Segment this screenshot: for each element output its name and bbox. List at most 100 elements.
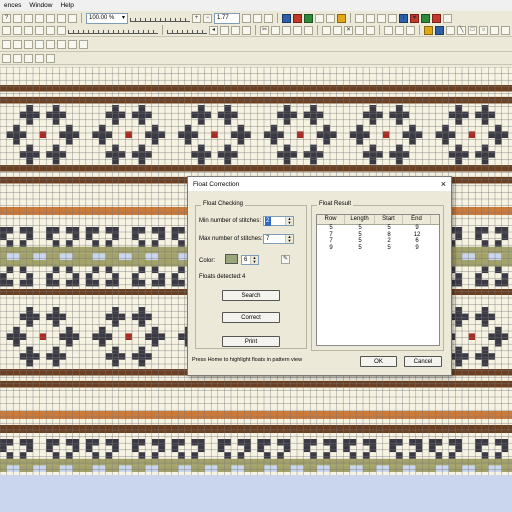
ruler-slider[interactable]: [68, 27, 158, 34]
print-button[interactable]: Print: [222, 336, 280, 347]
col-row-header[interactable]: Row: [317, 215, 345, 224]
tool-c-icon[interactable]: [24, 39, 33, 49]
cut-icon[interactable]: ✂: [260, 25, 269, 35]
stitch-icon[interactable]: [264, 13, 273, 23]
crown-icon[interactable]: [432, 13, 441, 23]
flip-icon[interactable]: [333, 25, 342, 35]
paint-icon[interactable]: [293, 13, 302, 23]
settings-icon[interactable]: [377, 13, 386, 23]
down-arrow-icon[interactable]: ▼: [251, 260, 258, 264]
grid-view-icon[interactable]: [355, 13, 364, 23]
bezier-icon[interactable]: [501, 25, 510, 35]
paste2-icon[interactable]: [282, 25, 291, 35]
copy2-icon[interactable]: [271, 25, 280, 35]
purl-icon[interactable]: [326, 13, 335, 23]
repeat-icon[interactable]: [406, 25, 415, 35]
delete-icon[interactable]: ✕: [344, 25, 353, 35]
float-result-list[interactable]: Row Length Start End 5 5 5 9 7 5 8 12 7 …: [316, 214, 440, 346]
tool-d-icon[interactable]: [35, 39, 44, 49]
correct-button[interactable]: Correct: [222, 312, 280, 323]
redo2-icon[interactable]: [304, 25, 313, 35]
paste-icon[interactable]: [57, 25, 66, 35]
wand-icon[interactable]: [282, 13, 291, 23]
preview-icon[interactable]: [68, 13, 77, 23]
print-icon[interactable]: [57, 13, 66, 23]
eyedropper-icon[interactable]: [435, 25, 444, 35]
arrow-left-icon[interactable]: [322, 25, 331, 35]
menu-help[interactable]: Help: [56, 0, 77, 11]
tool-f-icon[interactable]: [57, 39, 66, 49]
view-a-icon[interactable]: [24, 53, 33, 63]
cancel-button[interactable]: Cancel: [404, 356, 442, 367]
arrows-icon[interactable]: [2, 53, 11, 63]
zoom-slider[interactable]: [130, 15, 190, 22]
arrow-right-icon[interactable]: [355, 25, 364, 35]
col-start-header[interactable]: Start: [375, 215, 403, 224]
down-arrow-icon[interactable]: ▼: [286, 221, 293, 225]
color-value[interactable]: 6: [242, 256, 250, 265]
brightness-slider[interactable]: [167, 27, 207, 34]
brush-icon[interactable]: [443, 13, 452, 23]
color-swatch[interactable]: [225, 254, 238, 264]
save-icon[interactable]: [35, 13, 44, 23]
min-stitches-stepper[interactable]: 2 ▲ ▼: [263, 216, 294, 226]
min-stitches-value[interactable]: 2: [265, 216, 271, 226]
box1-icon[interactable]: [220, 25, 229, 35]
fill-icon[interactable]: [446, 25, 455, 35]
col-length-header[interactable]: Length: [345, 215, 375, 224]
copy-icon[interactable]: [46, 25, 55, 35]
color-stepper[interactable]: 6 ▲ ▼: [241, 255, 259, 265]
open-file-icon[interactable]: [24, 13, 33, 23]
grid-icon[interactable]: [46, 13, 55, 23]
heart-icon[interactable]: ♥: [410, 13, 419, 23]
menu-preferences[interactable]: ences: [0, 0, 25, 11]
view-b-icon[interactable]: [35, 53, 44, 63]
shift-icon[interactable]: [395, 25, 404, 35]
box3-icon[interactable]: [242, 25, 251, 35]
col-end-header[interactable]: End: [403, 215, 431, 224]
ok-button[interactable]: OK: [360, 356, 397, 367]
knit-icon[interactable]: [315, 13, 324, 23]
color-arrows[interactable]: ▲ ▼: [250, 256, 258, 264]
select-icon[interactable]: [24, 25, 33, 35]
cursor-icon[interactable]: [421, 13, 430, 23]
rectangle-icon[interactable]: □: [468, 25, 477, 35]
information-icon[interactable]: i: [399, 13, 408, 23]
ellipse-icon[interactable]: ○: [479, 25, 488, 35]
rotate-icon[interactable]: [366, 25, 375, 35]
max-stitches-value[interactable]: 7: [264, 235, 285, 244]
globe-icon[interactable]: [388, 13, 397, 23]
menu-window[interactable]: Window: [25, 0, 56, 11]
camera-icon[interactable]: [366, 13, 375, 23]
tool-h-icon[interactable]: [79, 39, 88, 49]
new-file-icon[interactable]: [13, 13, 22, 23]
pencil-icon[interactable]: [424, 25, 433, 35]
view-c-icon[interactable]: [46, 53, 55, 63]
redo-icon[interactable]: [13, 25, 22, 35]
grid-toggle-icon[interactable]: [13, 53, 22, 63]
page-icon[interactable]: [242, 13, 251, 23]
max-stitches-arrows[interactable]: ▲ ▼: [285, 235, 293, 243]
text-icon[interactable]: [490, 25, 499, 35]
help-pointer-icon[interactable]: ?: [2, 13, 11, 23]
ratio-input[interactable]: 1.77: [214, 12, 240, 24]
move-icon[interactable]: [35, 25, 44, 35]
layout-icon[interactable]: [253, 13, 262, 23]
zoom-select[interactable]: 100.00 % ▾: [86, 12, 128, 24]
tool-b-icon[interactable]: [13, 39, 22, 49]
close-icon[interactable]: ×: [441, 179, 446, 189]
undo-icon[interactable]: [2, 25, 11, 35]
line-icon[interactable]: ╲: [457, 25, 466, 35]
search-button[interactable]: Search: [222, 290, 280, 301]
zoom-in-icon[interactable]: +: [192, 13, 201, 23]
mirror-icon[interactable]: [384, 25, 393, 35]
box2-icon[interactable]: [231, 25, 240, 35]
left-arrow-icon[interactable]: ◂: [209, 25, 218, 35]
tool-e-icon[interactable]: [46, 39, 55, 49]
table-row[interactable]: 9 5 5 9: [317, 245, 439, 252]
min-stitches-arrows[interactable]: ▲ ▼: [285, 217, 293, 225]
eyedropper-icon[interactable]: ✎: [281, 255, 290, 264]
undo2-icon[interactable]: [293, 25, 302, 35]
zoom-out-icon[interactable]: −: [203, 13, 212, 23]
palette-icon[interactable]: [337, 13, 346, 23]
